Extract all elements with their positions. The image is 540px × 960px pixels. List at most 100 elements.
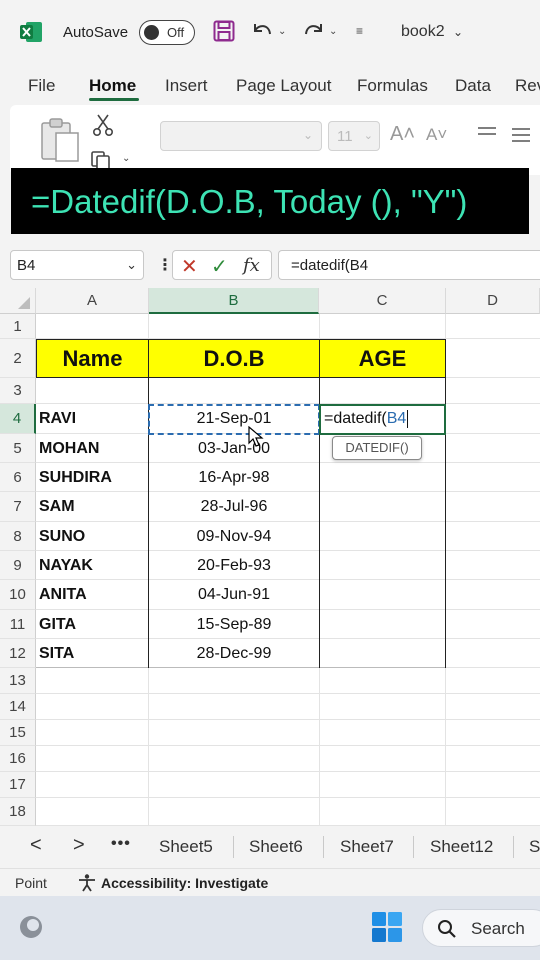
save-icon[interactable]: [213, 20, 235, 42]
tab-home[interactable]: Home: [89, 76, 136, 96]
tab-page-layout[interactable]: Page Layout: [236, 76, 331, 96]
search-label: Search: [471, 919, 525, 938]
row-header-10[interactable]: 10: [0, 580, 36, 610]
row-header-7[interactable]: 7: [0, 492, 36, 522]
cell-name[interactable]: SAM: [39, 492, 75, 521]
cell-name[interactable]: SUHDIRA: [39, 463, 112, 492]
sheet-separator: [413, 836, 414, 858]
customize-toolbar-icon[interactable]: ≡: [356, 24, 363, 38]
accessibility-status[interactable]: Accessibility: Investigate: [101, 875, 268, 891]
undo-icon[interactable]: [249, 18, 275, 44]
cell-dob[interactable]: 03-Jan-00: [149, 434, 319, 463]
row-gridline: [36, 745, 540, 746]
sheet-prev-icon[interactable]: <: [30, 834, 42, 857]
taskbar-search[interactable]: Search: [422, 909, 540, 947]
cell-dob[interactable]: 28-Dec-99: [149, 639, 319, 668]
name-box[interactable]: B4 ⌄: [10, 250, 144, 280]
header-cell-dob[interactable]: D.O.B: [148, 339, 320, 378]
cell-dob[interactable]: 04-Jun-91: [149, 580, 319, 609]
cell-dob[interactable]: 20-Feb-93: [149, 551, 319, 580]
row-header-12[interactable]: 12: [0, 639, 36, 668]
cell-name[interactable]: RAVI: [39, 404, 76, 433]
tab-data[interactable]: Data: [455, 76, 491, 96]
row-header-9[interactable]: 9: [0, 551, 36, 580]
row-header-3[interactable]: 3: [0, 378, 36, 404]
row-header-5[interactable]: 5: [0, 434, 36, 463]
cell-name[interactable]: SITA: [39, 639, 74, 668]
formula-input[interactable]: =datedif(B4: [278, 250, 540, 280]
row-header-16[interactable]: 16: [0, 746, 36, 772]
column-header-a[interactable]: A: [36, 288, 149, 314]
sheet-tab-sheet5[interactable]: Sheet5: [159, 837, 213, 857]
header-cell-name[interactable]: Name: [36, 339, 149, 378]
align-middle-icon[interactable]: [510, 125, 532, 145]
cell-name[interactable]: SUNO: [39, 522, 85, 551]
worksheet-grid[interactable]: A B C D 1 2 3 4 5 6 7 8 9 10 11 12 13 14 15 16 17 18 Name…: [0, 288, 540, 826]
tab-review[interactable]: Rev: [515, 76, 540, 96]
c4-formula-ref: B4: [386, 410, 407, 428]
font-name-select[interactable]: ⌄: [160, 121, 322, 151]
cell-dob[interactable]: 15-Sep-89: [149, 610, 319, 639]
tab-insert[interactable]: Insert: [165, 76, 208, 96]
row-header-13[interactable]: 13: [0, 668, 36, 694]
row-header-4[interactable]: 4: [0, 404, 36, 434]
more-options-icon[interactable]: ⋮: [157, 255, 173, 275]
sheet-tab-sheet12[interactable]: Sheet12: [430, 837, 493, 857]
align-top-icon[interactable]: [476, 125, 498, 145]
tab-file[interactable]: File: [28, 76, 55, 96]
tab-formulas[interactable]: Formulas: [357, 76, 428, 96]
copilot-icon[interactable]: [18, 914, 44, 940]
column-header-b[interactable]: B: [149, 288, 319, 314]
increase-font-size-icon[interactable]: A˄: [390, 123, 415, 146]
row-header-2[interactable]: 2: [0, 339, 36, 378]
header-cell-age[interactable]: AGE: [319, 339, 446, 378]
ribbon-tabs: File Home Insert Page Layout Formulas Da…: [0, 64, 540, 104]
sheet-next-icon[interactable]: >: [73, 834, 85, 857]
cancel-entry-icon[interactable]: ✕: [181, 254, 198, 279]
redo-dropdown-icon[interactable]: ⌄: [329, 26, 337, 37]
cut-scissors-icon[interactable]: [92, 113, 114, 137]
formula-bar: B4 ⌄ ⋮ ✕ ✓ fx =datedif(B4: [0, 240, 540, 290]
select-all-corner[interactable]: [0, 288, 36, 314]
accessibility-icon[interactable]: [77, 873, 97, 893]
confirm-entry-icon[interactable]: ✓: [211, 254, 228, 279]
row-header-11[interactable]: 11: [0, 610, 36, 639]
row-header-6[interactable]: 6: [0, 463, 36, 492]
cell-dob[interactable]: 28-Jul-96: [149, 492, 319, 521]
cell-name[interactable]: MOHAN: [39, 434, 99, 463]
insert-function-icon[interactable]: fx: [243, 255, 260, 276]
cell-dob[interactable]: 16-Apr-98: [149, 463, 319, 492]
row-header-17[interactable]: 17: [0, 772, 36, 798]
workbook-name[interactable]: book2: [401, 23, 445, 41]
paste-clipboard-icon[interactable]: [38, 117, 82, 163]
copy-dropdown-icon[interactable]: ⌄: [122, 153, 130, 164]
text-caret: [407, 410, 409, 428]
windows-start-icon[interactable]: [371, 911, 403, 943]
row-gridline: [36, 797, 540, 798]
sheet-tab-sheet6[interactable]: Sheet6: [249, 837, 303, 857]
column-header-c[interactable]: C: [319, 288, 446, 314]
sheet-more-icon[interactable]: •••: [111, 835, 131, 853]
decrease-font-size-icon[interactable]: A˅: [426, 125, 447, 145]
active-cell-c4[interactable]: =datedif(B4: [319, 404, 446, 435]
cell-name[interactable]: GITA: [39, 610, 76, 639]
function-tooltip[interactable]: DATEDIF(): [332, 436, 422, 460]
row-header-1[interactable]: 1: [0, 314, 36, 339]
autosave-toggle[interactable]: Off: [139, 20, 195, 45]
cell-dob[interactable]: 09-Nov-94: [149, 522, 319, 551]
status-bar: Point Accessibility: Investigate: [0, 868, 540, 896]
row-header-18[interactable]: 18: [0, 798, 36, 826]
font-size-select[interactable]: 11 ⌄: [328, 121, 380, 151]
cell-name[interactable]: ANITA: [39, 580, 87, 609]
workbook-dropdown-icon[interactable]: ⌄: [453, 25, 463, 39]
sheet-tab-sheet7[interactable]: Sheet7: [340, 837, 394, 857]
cell-name[interactable]: NAYAK: [39, 551, 93, 580]
row-header-15[interactable]: 15: [0, 720, 36, 746]
row-header-8[interactable]: 8: [0, 522, 36, 551]
undo-dropdown-icon[interactable]: ⌄: [278, 26, 286, 37]
sheet-tab-partial[interactable]: S: [529, 837, 540, 857]
redo-icon[interactable]: [301, 18, 327, 44]
sheet-separator: [233, 836, 234, 858]
column-header-d[interactable]: D: [446, 288, 540, 314]
row-header-14[interactable]: 14: [0, 694, 36, 720]
